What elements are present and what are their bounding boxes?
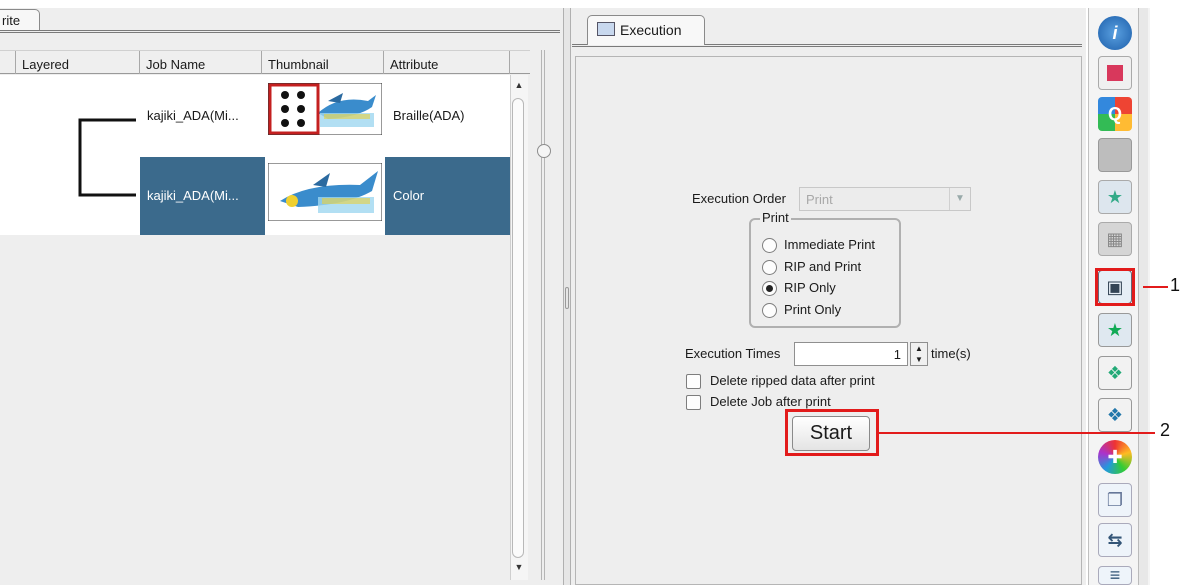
tab-execution-label: Execution [620,22,682,38]
column-header-attribute[interactable]: Attribute [384,51,510,74]
execution-times-unit: time(s) [931,346,971,361]
scroll-down-icon[interactable]: ▼ [510,562,528,572]
checkbox-label: Delete ripped data after print [710,373,875,388]
attribute-cell: Braille(ADA) [393,108,465,123]
radio-immediate-print[interactable]: Immediate Print [762,237,875,257]
radio-button[interactable] [762,238,777,254]
tab-favorite[interactable]: rite [0,9,40,31]
job-name-cell: kajiki_ADA(Mi... [147,188,239,203]
duplicate-icon[interactable]: ❐ [1098,483,1132,517]
q-icon[interactable]: Q [1098,97,1132,131]
column-header-job-name[interactable]: Job Name [140,51,262,74]
layer-connector [78,118,136,197]
execution-order-value: Print [806,192,833,207]
quantity-stepper[interactable]: ▲ ▼ [910,342,928,366]
radio-label: RIP Only [784,280,836,295]
execution-times-label: Execution Times [685,346,781,361]
start-highlight-box [785,409,879,456]
radio-label: RIP and Print [784,259,862,274]
splitter-bar[interactable] [541,50,545,580]
callout-line-1 [1143,286,1168,288]
radio-rip-and-print[interactable]: RIP and Print [762,259,861,279]
execution-tab-icon [597,22,615,36]
radio-button[interactable] [762,303,777,319]
radio-label: Immediate Print [784,237,876,252]
printer-grid-icon[interactable]: ▦ [1098,222,1132,256]
swap-icon[interactable]: ⇆ [1098,523,1132,557]
chevron-down-icon[interactable]: ▼ [949,188,970,210]
radio-button-checked[interactable] [762,281,777,297]
column-header-thumbnail[interactable]: Thumbnail [262,51,384,74]
checkbox[interactable] [686,374,701,390]
tab-underline [0,30,560,33]
callout-line-2 [879,432,1155,434]
callout-number-2: 2 [1160,420,1171,440]
radio-print-only[interactable]: Print Only [762,302,841,322]
table-header: Layered Job Name Thumbnail Attribute [0,50,530,74]
execution-times-input[interactable]: 1 [794,342,908,366]
header-spacer [0,51,16,74]
divider-grip[interactable] [565,287,569,309]
layer-down-icon[interactable]: ❖ [1098,356,1132,390]
execution-order-select[interactable]: Print [799,187,971,211]
job-name-cell: kajiki_ADA(Mi... [147,108,239,123]
radio-label: Print Only [784,302,842,317]
radio-button[interactable] [762,260,777,276]
toolbar-highlight-box [1095,268,1135,306]
copy-star-icon[interactable]: ★ [1098,313,1132,347]
thumbnail-braille [268,83,382,135]
attribute-cell: Color [393,188,425,203]
favorite-add-icon[interactable] [1098,56,1132,90]
checkbox-label: Delete Job after print [710,394,831,409]
printer-star-icon[interactable]: ★ [1098,180,1132,214]
menu-icon[interactable]: ≡ [1098,565,1132,585]
splitter-knob[interactable] [537,144,551,158]
column-header-layered[interactable]: Layered [16,51,140,74]
thumbnail-color [268,163,382,221]
radio-rip-only[interactable]: RIP Only [762,280,836,300]
callout-number-1: 1 [1170,275,1181,295]
scrollbar-thumb[interactable] [512,98,524,558]
blank-tool-icon[interactable] [1098,138,1132,172]
print-group-title: Print [760,210,791,225]
tab-favorite-label: rite [2,13,21,28]
scroll-up-icon[interactable]: ▲ [510,80,528,90]
info-icon[interactable]: i [1098,16,1132,50]
execution-order-label: Execution Order [692,191,786,206]
checkbox[interactable] [686,395,701,411]
toolbar-scrollbar[interactable] [1138,8,1148,585]
checkbox-delete-ripped-data[interactable]: Delete ripped data after print [686,373,875,391]
layer-arrows-icon[interactable]: ❖ [1098,398,1132,432]
color-wheel-icon[interactable]: ✚ [1098,440,1132,474]
